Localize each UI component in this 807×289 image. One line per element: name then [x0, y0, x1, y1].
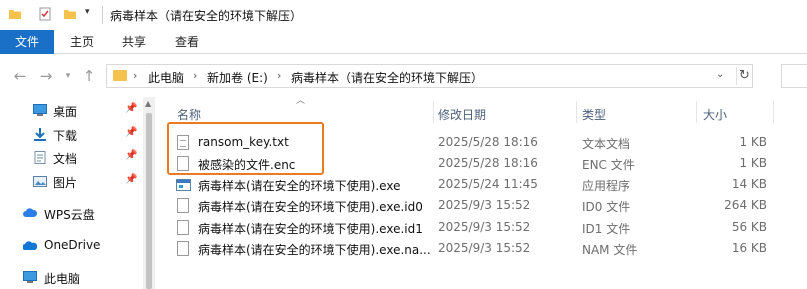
- column-header-type[interactable]: 类型: [582, 106, 606, 123]
- new-folder-icon[interactable]: [63, 7, 77, 21]
- pin-icon[interactable]: 📌: [125, 150, 137, 161]
- sidebar-item-pictures[interactable]: 图片 📌: [0, 171, 143, 193]
- sidebar-item-label: OneDrive: [44, 238, 101, 252]
- customize-toolbar-icon[interactable]: ▾: [85, 7, 99, 21]
- chevron-right-icon[interactable]: ›: [277, 69, 281, 82]
- folder-icon: [113, 70, 127, 81]
- address-dropdown-icon[interactable]: ⌄: [716, 69, 724, 80]
- tab-file[interactable]: 文件: [0, 30, 54, 54]
- column-header-name[interactable]: 名称: [177, 106, 201, 123]
- file-icon: [177, 241, 189, 256]
- this-pc-icon: [23, 271, 37, 283]
- chevron-right-icon[interactable]: ›: [193, 69, 197, 82]
- file-date: 2025/5/28 18:16: [438, 135, 538, 149]
- sidebar-item-documents[interactable]: 文档 📌: [0, 147, 143, 169]
- download-icon: [34, 128, 46, 141]
- sidebar-item-onedrive[interactable]: OneDrive: [0, 235, 143, 257]
- search-input[interactable]: [781, 64, 807, 88]
- column-divider[interactable]: [773, 101, 774, 123]
- file-size: 14 KB: [731, 177, 767, 191]
- file-icon: [177, 198, 189, 213]
- column-divider[interactable]: [576, 101, 577, 123]
- sidebar-item-label: 桌面: [53, 105, 78, 119]
- file-type: 文本文档: [582, 137, 631, 151]
- sidebar-item-label: 图片: [53, 176, 78, 190]
- sidebar-item-label: 下载: [53, 129, 78, 143]
- file-name: 病毒样本(请在安全的环境下使用).exe: [198, 179, 401, 193]
- tab-view[interactable]: 查看: [175, 30, 199, 54]
- breadcrumb-drive[interactable]: 新加卷 (E:): [207, 69, 268, 86]
- sort-ascending-icon: ︿: [296, 96, 306, 106]
- pin-icon[interactable]: 📌: [125, 174, 137, 185]
- pin-icon[interactable]: 📌: [125, 103, 137, 114]
- navigation-pane: 桌面 📌 下载 📌 文档 📌 图片 📌 WPS云盘 OneDrive 此电脑: [0, 97, 143, 289]
- sidebar-item-label: WPS云盘: [44, 208, 95, 222]
- file-type: ENC 文件: [582, 158, 635, 172]
- title-bar: ▾ 病毒样本（请在安全的环境下解压）: [0, 0, 807, 30]
- chevron-right-icon[interactable]: ›: [133, 69, 137, 82]
- file-list: ︿ 名称 修改日期 类型 大小 ransom_key.txt 2025/5/28…: [158, 96, 807, 289]
- highlight-box: [167, 122, 324, 175]
- file-date: 2025/9/3 15:52: [438, 198, 531, 212]
- scrollbar-thumb[interactable]: [146, 113, 152, 289]
- tab-share[interactable]: 共享: [122, 30, 146, 54]
- sidebar-item-this-pc[interactable]: 此电脑: [0, 267, 143, 289]
- sidebar-item-label: 此电脑: [44, 272, 81, 286]
- file-name: 病毒样本(请在安全的环境下使用).exe.id0: [198, 200, 423, 214]
- file-icon: [177, 220, 189, 235]
- column-header-size[interactable]: 大小: [703, 106, 727, 123]
- forward-arrow-icon[interactable]: →: [36, 66, 56, 86]
- file-size: 56 KB: [731, 220, 767, 234]
- title-divider: [102, 6, 103, 24]
- file-date: 2025/5/28 18:16: [438, 156, 538, 170]
- table-row[interactable]: 病毒样本(请在安全的环境下使用).exe.id0 2025/9/3 15:52 …: [158, 195, 807, 217]
- breadcrumb-this-pc[interactable]: 此电脑: [148, 69, 184, 86]
- ribbon-tabs: 文件 主页 共享 查看: [0, 30, 807, 54]
- exe-icon: [176, 179, 191, 191]
- table-row[interactable]: 病毒样本(请在安全的环境下使用).exe.id1 2025/9/3 15:52 …: [158, 217, 807, 239]
- onedrive-icon: [23, 241, 37, 250]
- back-arrow-icon[interactable]: ←: [10, 66, 30, 86]
- column-divider[interactable]: [433, 101, 434, 123]
- table-row[interactable]: 病毒样本(请在安全的环境下使用).exe 2025/5/24 11:45 应用程…: [158, 174, 807, 196]
- file-size: 16 KB: [731, 241, 767, 255]
- file-size: 264 KB: [724, 198, 767, 212]
- file-date: 2025/9/3 15:52: [438, 241, 531, 255]
- file-type: ID0 文件: [582, 200, 631, 214]
- sidebar-item-label: 文档: [53, 152, 78, 166]
- documents-icon: [34, 151, 46, 164]
- file-type: 应用程序: [582, 179, 631, 193]
- file-date: 2025/5/24 11:45: [438, 177, 538, 191]
- navigation-bar: ← → ▾ ↑ › 此电脑 › 新加卷 (E:) › 病毒样本（请在安全的环境下…: [0, 55, 807, 97]
- file-type: ID1 文件: [582, 222, 631, 236]
- refresh-icon[interactable]: ↻: [736, 67, 752, 85]
- properties-icon[interactable]: [38, 7, 52, 21]
- scroll-up-icon[interactable]: ▲: [145, 99, 151, 108]
- file-name: 病毒样本(请在安全的环境下使用).exe.na...: [198, 243, 431, 257]
- desktop-icon: [33, 104, 47, 116]
- sidebar-item-desktop[interactable]: 桌面 📌: [0, 100, 143, 122]
- pictures-icon: [33, 176, 47, 187]
- file-date: 2025/9/3 15:52: [438, 220, 531, 234]
- file-type: NAM 文件: [582, 243, 638, 257]
- breadcrumb-current-folder[interactable]: 病毒样本（请在安全的环境下解压）: [291, 69, 483, 86]
- column-header-date[interactable]: 修改日期: [438, 106, 486, 123]
- address-bar[interactable]: › 此电脑 › 新加卷 (E:) › 病毒样本（请在安全的环境下解压） ⌄ ↻: [106, 64, 753, 88]
- pin-icon[interactable]: 📌: [125, 127, 137, 138]
- wps-cloud-icon: [23, 208, 37, 217]
- tab-home[interactable]: 主页: [70, 30, 94, 54]
- file-name: 病毒样本(请在安全的环境下使用).exe.id1: [198, 222, 423, 236]
- sidebar-item-wps-cloud[interactable]: WPS云盘: [0, 203, 143, 225]
- table-row[interactable]: 病毒样本(请在安全的环境下使用).exe.na... 2025/9/3 15:5…: [158, 238, 807, 260]
- window-title: 病毒样本（请在安全的环境下解压）: [110, 9, 303, 23]
- file-size: 1 KB: [739, 135, 767, 149]
- sidebar-item-downloads[interactable]: 下载 📌: [0, 124, 143, 146]
- folder-icon: [8, 7, 22, 21]
- column-divider[interactable]: [696, 101, 697, 123]
- navigation-pane-scrollbar[interactable]: ▲: [143, 97, 155, 289]
- file-size: 1 KB: [739, 156, 767, 170]
- recent-locations-icon[interactable]: ▾: [58, 66, 78, 86]
- up-arrow-icon[interactable]: ↑: [79, 66, 99, 86]
